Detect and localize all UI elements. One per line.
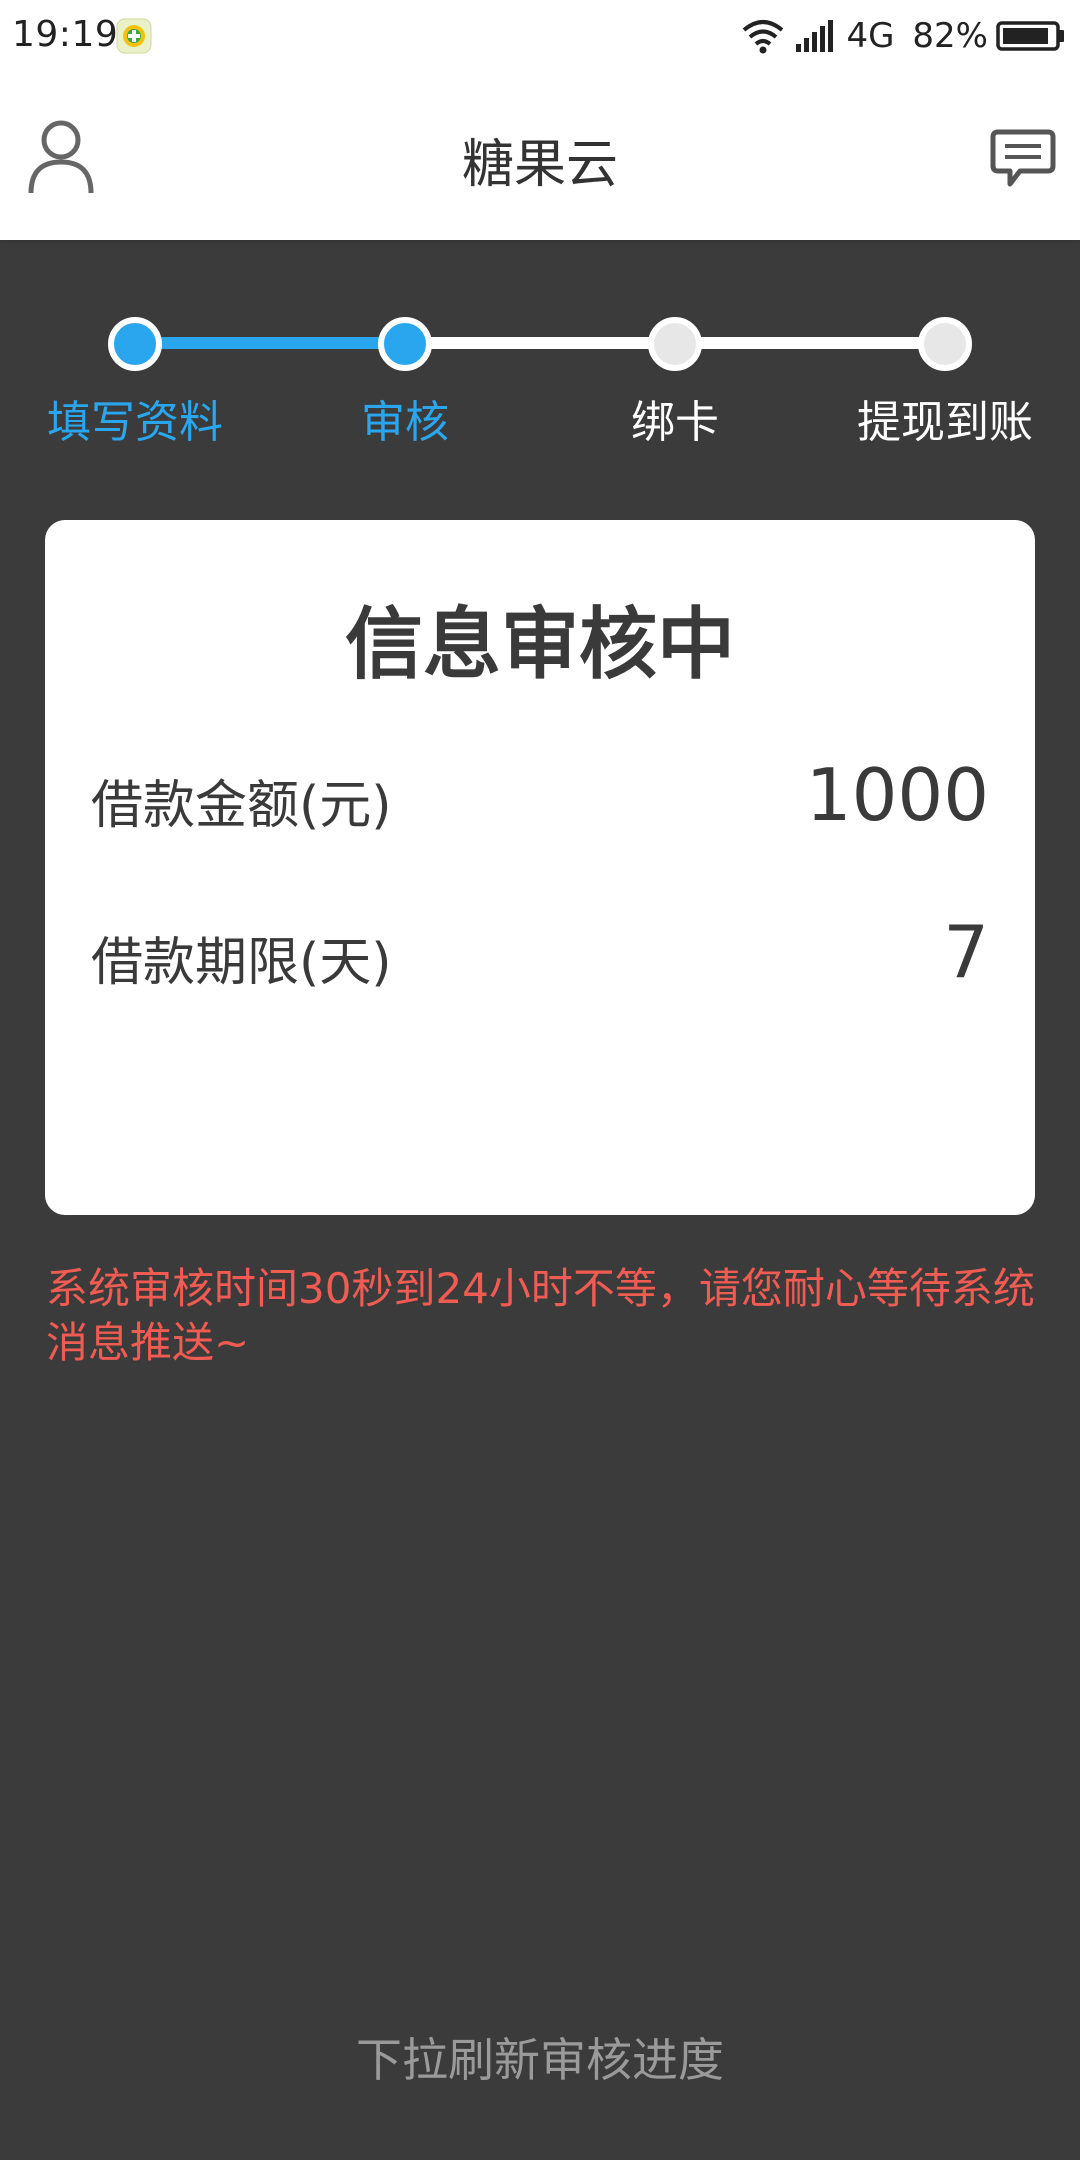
status-bar: 19:19 4G 82% — [0, 0, 1080, 72]
battery-icon — [996, 21, 1064, 51]
step-dot-2 — [378, 317, 432, 371]
app-notification-icon — [116, 18, 152, 54]
card-title: 信息审核中 — [344, 600, 735, 690]
page-title: 糖果云 — [461, 135, 618, 195]
wifi-icon — [743, 20, 784, 54]
step-label-withdraw: 提现到账 — [857, 397, 1033, 448]
loan-amount-value: 1000 — [805, 753, 989, 837]
status-right: 4G 82% — [740, 14, 1066, 58]
loan-term-row: 借款期限(天) 7 — [91, 910, 989, 994]
app-header: 糖果云 — [0, 72, 1080, 240]
review-status-card: 信息审核中 借款金额(元) 1000 借款期限(天) 7 — [45, 520, 1035, 1215]
message-icon[interactable] — [990, 128, 1056, 190]
step-dot-3 — [648, 317, 702, 371]
step-track-done — [135, 337, 405, 349]
loan-amount-label: 借款金额(元) — [91, 776, 392, 836]
step-dot-1 — [108, 317, 162, 371]
loan-amount-row: 借款金额(元) 1000 — [91, 753, 989, 837]
review-time-notice: 系统审核时间30秒到24小时不等，请您耐心等待系统消息推送~ — [46, 1264, 1035, 1367]
progress-steps: 填写资料 审核 绑卡 提现到账 — [0, 300, 1080, 450]
step-label-bind-card: 绑卡 — [631, 397, 719, 448]
signal-icon — [796, 20, 834, 52]
pull-to-refresh-hint[interactable]: 下拉刷新审核进度 — [0, 2024, 1080, 2090]
step-label-fill-info: 填写资料 — [47, 397, 223, 448]
step-dot-4 — [918, 317, 972, 371]
step-label-review: 审核 — [361, 397, 449, 448]
status-time: 19:19 — [12, 14, 119, 55]
loan-term-label: 借款期限(天) — [91, 933, 392, 993]
network-type: 4G — [846, 16, 895, 56]
loan-term-value: 7 — [943, 910, 989, 994]
battery-percent: 82% — [912, 16, 988, 56]
